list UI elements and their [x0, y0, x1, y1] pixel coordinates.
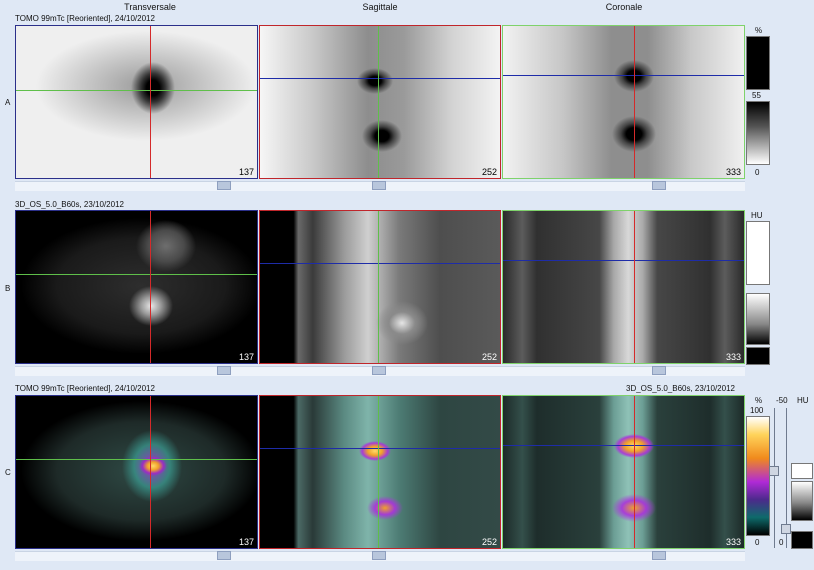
- crosshair-vertical: [150, 211, 151, 363]
- sagittal-slice-scroll-thumb[interactable]: [372, 181, 386, 190]
- scale-c-pct-bottom-value: 0: [755, 538, 760, 547]
- slice-number: 137: [238, 537, 254, 547]
- crosshair-horizontal: [503, 260, 744, 261]
- header-sagittal: Sagittale: [362, 2, 398, 12]
- scale-b-upper-bar: [746, 221, 770, 285]
- scale-c-pct-slider-track: [774, 408, 775, 548]
- scale-b-unit: HU: [751, 211, 763, 220]
- row-b-label: B: [5, 284, 11, 293]
- scale-c-hu-lower-bar: [791, 531, 813, 549]
- transversal-slice-scroll-thumb[interactable]: [217, 366, 231, 375]
- slice-number: 137: [238, 352, 254, 362]
- sagittal-slice-scroll-thumb[interactable]: [372, 366, 386, 375]
- scale-c-pct-unit: %: [755, 396, 763, 405]
- scale-a-window-bar: [746, 36, 770, 90]
- slice-number: 333: [725, 537, 741, 547]
- slice-number: 137: [238, 167, 254, 177]
- slice-number: 252: [481, 352, 497, 362]
- sagittal-slice-scroll-thumb[interactable]: [372, 551, 386, 560]
- fusion-coronal-view[interactable]: 333: [502, 395, 745, 549]
- scale-c-hu-slider-handle[interactable]: [781, 524, 791, 534]
- crosshair-horizontal: [16, 274, 257, 275]
- crosshair-vertical: [634, 396, 635, 548]
- scale-b-lower-bar: [746, 347, 770, 365]
- row-b-series-label: 3D_OS_5.0_B60s, 23/10/2012: [15, 200, 124, 209]
- scale-c-pct-colorbar: [746, 416, 770, 536]
- crosshair-vertical: [150, 26, 151, 178]
- transversal-slice-scroll-thumb[interactable]: [217, 181, 231, 190]
- transversal-slice-scroll-thumb[interactable]: [217, 551, 231, 560]
- coronal-slice-scroll-thumb[interactable]: [652, 551, 666, 560]
- slice-number: 333: [725, 352, 741, 362]
- scale-a-colorbar: [746, 101, 770, 165]
- ct-sagittal-view[interactable]: 252: [259, 210, 501, 364]
- scale-b-colorbar: [746, 293, 770, 345]
- crosshair-horizontal: [503, 75, 744, 76]
- scale-c-hu-colorbar: [791, 481, 813, 521]
- slice-number: 252: [481, 167, 497, 177]
- crosshair-vertical: [634, 211, 635, 363]
- coronal-slice-scroll-thumb[interactable]: [652, 181, 666, 190]
- scale-c-hu-upper-bar: [791, 463, 813, 479]
- crosshair-vertical: [378, 396, 379, 548]
- crosshair-vertical: [378, 26, 379, 178]
- spect-coronal-view[interactable]: 333: [502, 25, 745, 179]
- row-c-label: C: [5, 468, 11, 477]
- slice-number: 252: [481, 537, 497, 547]
- crosshair-horizontal: [16, 90, 257, 91]
- header-coronal: Coronale: [605, 2, 643, 12]
- crosshair-vertical: [150, 396, 151, 548]
- crosshair-horizontal: [260, 263, 500, 264]
- row-c-series2-label: 3D_OS_5.0_B60s, 23/10/2012: [626, 384, 735, 393]
- row-a-series-label: TOMO 99mTc [Reoriented], 24/10/2012: [15, 14, 155, 23]
- scale-a-top-value: 55: [752, 91, 761, 100]
- crosshair-horizontal: [503, 445, 744, 446]
- scale-c-hu-bottom-value: 0: [779, 538, 784, 547]
- header-transversal: Transversale: [124, 2, 176, 12]
- scale-a-bottom-value: 0: [755, 168, 760, 177]
- slice-number: 333: [725, 167, 741, 177]
- scale-a-unit: %: [755, 26, 763, 35]
- spect-transversal-view[interactable]: 137: [15, 25, 258, 179]
- ct-transversal-view[interactable]: 137: [15, 210, 258, 364]
- fusion-transversal-view[interactable]: 137: [15, 395, 258, 549]
- scale-c-pct-slider-handle[interactable]: [769, 466, 779, 476]
- spect-sagittal-view[interactable]: 252: [259, 25, 501, 179]
- ct-coronal-view[interactable]: 333: [502, 210, 745, 364]
- scale-c-hu-unit: HU: [797, 396, 809, 405]
- crosshair-horizontal: [260, 78, 500, 79]
- fusion-sagittal-view[interactable]: 252: [259, 395, 501, 549]
- coronal-slice-scroll-thumb[interactable]: [652, 366, 666, 375]
- row-c-series-label: TOMO 99mTc [Reoriented], 24/10/2012: [15, 384, 155, 393]
- crosshair-horizontal: [260, 448, 500, 449]
- crosshair-vertical: [634, 26, 635, 178]
- crosshair-vertical: [378, 211, 379, 363]
- scale-c-pct-top-value: 100: [750, 406, 764, 415]
- row-a-label: A: [5, 98, 11, 107]
- scale-c-hu-value: -50: [776, 396, 788, 405]
- crosshair-horizontal: [16, 459, 257, 460]
